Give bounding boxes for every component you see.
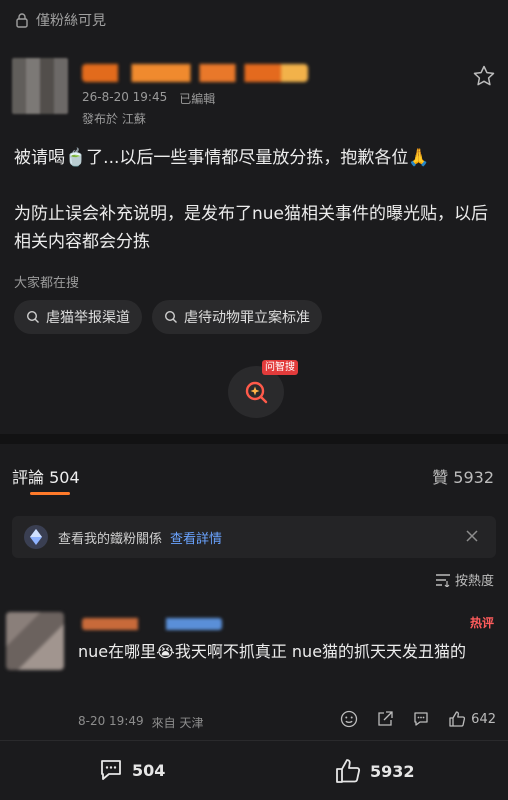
section-divider [0, 434, 508, 444]
search-chip[interactable]: 虐待动物罪立案标准 [152, 300, 322, 334]
bottom-like-button[interactable]: 5932 [334, 757, 415, 785]
avatar[interactable] [12, 58, 68, 114]
bottom-action-bar: 504 5932 [0, 740, 508, 800]
like-button[interactable]: 642 [448, 710, 496, 728]
post-date: 26-8-20 19:45 [82, 90, 168, 104]
tab-active-indicator [30, 492, 70, 495]
visibility-label: 僅粉絲可見 [36, 13, 106, 29]
sort-dropdown[interactable]: 按熱度 [435, 570, 494, 589]
thumbs-up-icon [448, 710, 466, 728]
share-icon[interactable] [376, 710, 394, 728]
comment-text: nue在哪里😭我天啊不抓真正 nue猫的抓天天发丑猫的 [78, 642, 467, 661]
comment-location: 來自 天津 [151, 716, 204, 730]
hot-comment-badge: 热评 [469, 616, 494, 630]
search-icon [164, 310, 178, 324]
search-chip-label: 虐待动物罪立案标准 [184, 310, 310, 326]
edited-label: 已編輯 [179, 92, 216, 106]
avatar[interactable] [6, 612, 64, 670]
author-name-blurred[interactable] [82, 64, 308, 82]
post-paragraph: 为防止误会补充说明，是发布了nue猫相关事件的曝光贴，以后相关内容都会分拣 [14, 204, 489, 252]
commenter-name-blurred[interactable] [82, 618, 222, 630]
reply-icon[interactable] [412, 710, 430, 728]
comment-item: 热评 nue在哪里😭我天啊不抓真正 nue猫的抓天天发丑猫的 8-20 19:4… [0, 600, 508, 740]
bottom-like-count: 5932 [370, 761, 415, 781]
post-meta: 26-8-20 19:45 已編輯 [82, 90, 215, 107]
sparkle-search-icon [242, 378, 270, 406]
post-paragraph: 被请喝🍵了...以后一些事情都尽量放分拣，抱歉各位🙏 [14, 148, 430, 168]
ai-search-badge: 问智搜 [262, 360, 298, 375]
tab-likes[interactable]: 贊 5932 [432, 464, 494, 488]
comment-tabs: 評論 504 贊 5932 [0, 454, 508, 496]
post-body: 被请喝🍵了...以后一些事情都尽量放分拣，抱歉各位🙏 为防止误会补充说明，是发布… [14, 144, 494, 284]
sort-icon [435, 573, 451, 587]
search-chips: 虐猫举报渠道 虐待动物罪立案标准 [14, 300, 322, 334]
emoji-icon[interactable] [340, 710, 358, 728]
search-chip-label: 虐猫举报渠道 [46, 310, 130, 326]
lock-icon [14, 12, 30, 28]
like-count: 642 [471, 711, 496, 727]
diamond-icon [22, 523, 50, 551]
tab-comments[interactable]: 評論 504 [12, 464, 80, 488]
post-location: 發布於 江蘇 [82, 112, 146, 126]
view-details-link[interactable]: 查看詳情 [170, 528, 222, 547]
comment-actions: 642 [340, 710, 496, 728]
post-header: 26-8-20 19:45 已編輯 發布於 江蘇 [0, 52, 508, 132]
fan-banner-text: 查看我的鐵粉關係 [58, 531, 163, 547]
fan-relation-banner[interactable]: 查看我的鐵粉關係 查看詳情 [12, 516, 496, 558]
search-suggestions-label: 大家都在搜 [14, 276, 80, 291]
close-icon[interactable] [464, 528, 480, 544]
top-bar: 僅粉絲可見 [0, 0, 508, 40]
star-icon[interactable] [472, 64, 496, 88]
thumbs-up-icon [334, 757, 362, 785]
comment-time: 8-20 19:49 [78, 714, 144, 728]
search-chip[interactable]: 虐猫举报渠道 [14, 300, 142, 334]
comment-icon [98, 757, 124, 783]
bottom-comment-count: 504 [132, 760, 166, 780]
search-icon [26, 310, 40, 324]
sort-label: 按熱度 [454, 574, 494, 589]
comment-meta: 8-20 19:49 來自 天津 [78, 714, 203, 731]
bottom-comment-button[interactable]: 504 [98, 757, 165, 783]
